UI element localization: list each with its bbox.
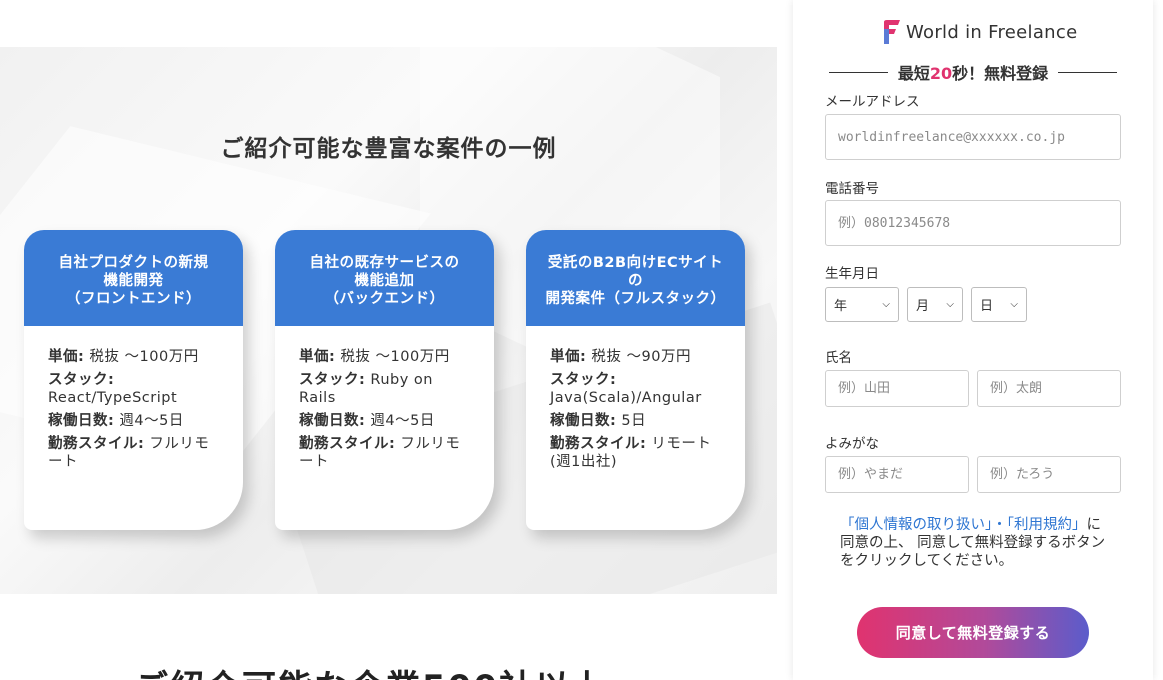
- stack-label: スタック:: [550, 372, 617, 388]
- companies-title: ご紹介可能な企業500社以上: [134, 660, 607, 680]
- last-name-field[interactable]: [825, 370, 969, 407]
- days-row: 稼働日数: 週4〜5日: [299, 412, 472, 430]
- case-card-details: 単価: 税抜 〜90万円 スタック: Java(Scala)/Angular 稼…: [526, 326, 745, 471]
- case-card-title-line: 受託のB2B向けECサイトの: [547, 255, 724, 289]
- terms-notice: 「個人情報の取り扱い」・「利用規約」に同意の上、 同意して無料登録するボタンをク…: [840, 516, 1108, 570]
- case-card: 自社プロダクトの新規 機能開発 （フロントエンド） 単価: 税抜 〜100万円 …: [24, 230, 243, 530]
- section-title: ご紹介可能な豊富な案件の一例: [220, 136, 557, 162]
- style-row: 勤務スタイル: リモート(週1出社): [550, 435, 723, 471]
- price-value: 税抜 〜90万円: [586, 349, 691, 365]
- birth-year-value: 年: [834, 299, 848, 314]
- birth-year-select[interactable]: 年 ⌵: [825, 287, 899, 322]
- register-button[interactable]: 同意して無料登録する: [857, 607, 1089, 658]
- days-value: 週4〜5日: [114, 413, 184, 429]
- tagline-post: 秒！無料登録: [952, 64, 1049, 83]
- price-row: 単価: 税抜 〜100万円: [299, 348, 472, 366]
- chevron-down-icon: ⌵: [1010, 299, 1018, 310]
- case-card-title-line: 機能追加: [354, 273, 415, 289]
- days-value: 週4〜5日: [365, 413, 435, 429]
- days-row: 稼働日数: 週4〜5日: [48, 412, 221, 430]
- tagline-text: 最短20秒！無料登録: [888, 60, 1058, 84]
- birth-month-value: 月: [916, 299, 930, 314]
- days-label: 稼働日数:: [299, 413, 366, 429]
- signup-panel: World in Freelance 最短20秒！無料登録 メールアドレス 電話…: [793, 0, 1153, 680]
- price-label: 単価:: [299, 349, 336, 365]
- first-kana-field[interactable]: [977, 456, 1121, 493]
- case-card-title-line: （フロントエンド）: [66, 291, 201, 307]
- page: ご紹介可能な豊富な案件の一例 自社プロダクトの新規 機能開発 （フロントエンド）…: [0, 0, 1163, 680]
- case-card-title: 自社の既存サービスの 機能追加 （バックエンド）: [275, 230, 494, 326]
- birthdate-label: 生年月日: [825, 266, 879, 282]
- price-value: 税抜 〜100万円: [335, 349, 450, 365]
- divider: [1058, 71, 1118, 73]
- price-value: 税抜 〜100万円: [84, 349, 199, 365]
- case-card-title-line: 開発案件（フルスタック）: [545, 291, 726, 307]
- price-label: 単価:: [550, 349, 587, 365]
- stack-value: React/TypeScript: [48, 390, 178, 406]
- case-card-details: 単価: 税抜 〜100万円 スタック: React/TypeScript 稼働日…: [24, 326, 243, 471]
- name-label: 氏名: [825, 350, 852, 366]
- days-label: 稼働日数:: [48, 413, 115, 429]
- tagline-accent: 20: [929, 64, 953, 83]
- kana-label: よみがな: [825, 436, 879, 452]
- last-kana-field[interactable]: [825, 456, 969, 493]
- email-label: メールアドレス: [825, 94, 920, 110]
- phone-field[interactable]: [825, 200, 1121, 246]
- style-label: 勤務スタイル:: [299, 436, 396, 452]
- case-card: 自社の既存サービスの 機能追加 （バックエンド） 単価: 税抜 〜100万円 ス…: [275, 230, 494, 530]
- brand-name: World in Freelance: [906, 21, 1078, 43]
- case-card-title: 受託のB2B向けECサイトの 開発案件（フルスタック）: [526, 230, 745, 326]
- style-row: 勤務スタイル: フルリモート: [48, 435, 221, 471]
- days-value: 5日: [616, 413, 647, 429]
- days-label: 稼働日数:: [550, 413, 617, 429]
- stack-value: Java(Scala)/Angular: [550, 390, 702, 406]
- stack-row: スタック: React/TypeScript: [48, 371, 221, 407]
- case-card-title: 自社プロダクトの新規 機能開発 （フロントエンド）: [24, 230, 243, 326]
- phone-label: 電話番号: [825, 181, 879, 197]
- days-row: 稼働日数: 5日: [550, 412, 723, 430]
- case-card-title-line: 自社プロダクトの新規: [58, 255, 209, 271]
- cases-section: ご紹介可能な豊富な案件の一例 自社プロダクトの新規 機能開発 （フロントエンド）…: [0, 47, 777, 594]
- email-field[interactable]: [825, 114, 1121, 160]
- stack-row: スタック: Java(Scala)/Angular: [550, 371, 723, 407]
- price-row: 単価: 税抜 〜90万円: [550, 348, 723, 366]
- style-label: 勤務スタイル:: [550, 436, 647, 452]
- case-card-title-line: （バックエンド）: [324, 291, 445, 307]
- case-card: 受託のB2B向けECサイトの 開発案件（フルスタック） 単価: 税抜 〜90万円…: [526, 230, 745, 530]
- case-card-title-line: 自社の既存サービスの: [309, 255, 460, 271]
- signup-tagline: 最短20秒！無料登録: [829, 60, 1118, 84]
- register-button-label: 同意して無料登録する: [895, 624, 1051, 642]
- price-row: 単価: 税抜 〜100万円: [48, 348, 221, 366]
- birth-month-select[interactable]: 月 ⌵: [907, 287, 963, 322]
- stack-label: スタック:: [299, 372, 366, 388]
- tagline-pre: 最短: [897, 64, 930, 83]
- brand-f-icon: [884, 20, 900, 44]
- first-name-field[interactable]: [977, 370, 1121, 407]
- brand-logo[interactable]: World in Freelance: [881, 19, 1077, 45]
- chevron-down-icon: ⌵: [946, 299, 954, 310]
- price-label: 単価:: [48, 349, 85, 365]
- stack-label: スタック:: [48, 372, 115, 388]
- style-label: 勤務スタイル:: [48, 436, 145, 452]
- chevron-down-icon: ⌵: [882, 299, 890, 310]
- birth-day-select[interactable]: 日 ⌵: [971, 287, 1027, 322]
- divider: [829, 71, 888, 73]
- case-card-title-line: 機能開発: [103, 273, 164, 289]
- style-row: 勤務スタイル: フルリモート: [299, 435, 472, 471]
- terms-link[interactable]: 「個人情報の取り扱い」・「利用規約」: [840, 517, 1087, 533]
- case-card-details: 単価: 税抜 〜100万円 スタック: Ruby on Rails 稼働日数: …: [275, 326, 494, 471]
- birth-day-value: 日: [980, 299, 994, 314]
- stack-row: スタック: Ruby on Rails: [299, 371, 472, 407]
